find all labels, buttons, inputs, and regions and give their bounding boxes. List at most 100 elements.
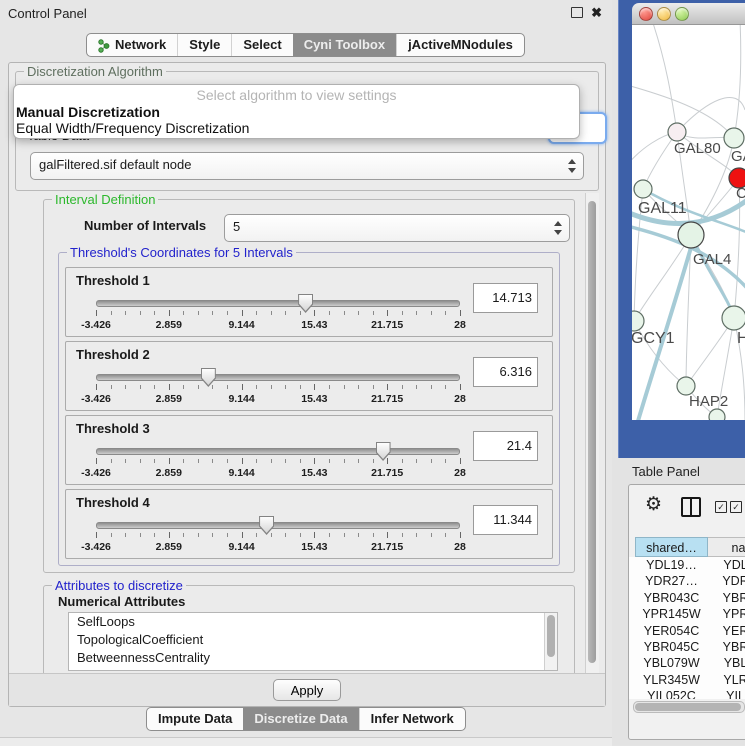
table-data-combobox[interactable]: galFiltered.sif default node — [30, 152, 584, 180]
popup-item[interactable]: Equal Width/Frequency Discretization — [14, 120, 579, 136]
list-item[interactable]: SelfLoops — [69, 613, 557, 631]
tick-mark — [460, 384, 461, 390]
slider-thumb-face — [299, 295, 312, 311]
tick-mark — [402, 459, 403, 463]
tick-mark — [285, 311, 286, 315]
tick-mark — [96, 532, 97, 538]
slider-thumb[interactable] — [376, 442, 391, 461]
table-row[interactable]: YIL052CYIL0 — [629, 688, 745, 699]
tick-mark — [227, 385, 228, 389]
network-node[interactable] — [722, 306, 745, 330]
minimize-window-icon[interactable] — [657, 7, 671, 21]
float-panel-icon[interactable] — [571, 7, 583, 18]
list-scrollbar[interactable] — [544, 613, 557, 670]
table-row[interactable]: YBL079WYBL0 — [629, 655, 745, 671]
thresholds-container: Threshold 1-3.4262.8599.14415.4321.71528… — [59, 267, 559, 559]
table-row[interactable]: YBR043CYBR0 — [629, 590, 745, 606]
algorithm-popup-list: Manual DiscretizationEqual Width/Frequen… — [14, 104, 579, 136]
popup-item[interactable]: Manual Discretization — [14, 104, 579, 120]
close-window-icon[interactable] — [639, 7, 653, 21]
network-node[interactable] — [724, 128, 744, 148]
zoom-window-icon[interactable] — [675, 7, 689, 21]
table-row[interactable]: YDR27…YDR2 — [629, 573, 745, 589]
slider-thumb-face — [202, 369, 215, 385]
network-node[interactable] — [678, 222, 704, 248]
tick-mark — [183, 385, 184, 389]
checkbox-icon[interactable]: ✓ — [730, 501, 742, 513]
close-icon[interactable]: ✖ — [591, 6, 602, 19]
threshold-slider[interactable]: -3.4262.8599.14415.4321.71528 — [96, 516, 460, 556]
network-node[interactable] — [668, 123, 686, 141]
cell-name: YDL1 — [708, 557, 745, 573]
list-item[interactable]: BetweennessCentrality — [69, 649, 557, 667]
table-header-row: shared… na — [629, 537, 745, 557]
tick-mark — [111, 311, 112, 315]
tick-mark — [111, 459, 112, 463]
tick-mark — [416, 533, 417, 537]
threshold-value-field[interactable]: 6.316 — [473, 357, 538, 387]
split-columns-icon[interactable] — [681, 497, 701, 517]
table-row[interactable]: YDL19…YDL1 — [629, 557, 745, 573]
tick-mark — [256, 311, 257, 315]
table-row[interactable]: YPR145WYPR1 — [629, 606, 745, 622]
list-item[interactable]: TopologicalCoefficient — [69, 631, 557, 649]
slider-thumb[interactable] — [201, 368, 216, 387]
cell-shared-name: YIL052C — [635, 688, 708, 699]
column-header-name[interactable]: na — [708, 537, 745, 557]
tick-mark — [242, 532, 243, 538]
network-node-label: GCY1 — [632, 330, 675, 348]
network-window-titlebar[interactable] — [632, 3, 745, 25]
tab-label: Infer Network — [371, 708, 454, 730]
tick-label: 28 — [454, 467, 466, 479]
threshold-panel: Threshold 3-3.4262.8599.14415.4321.71528… — [65, 415, 553, 485]
tick-mark — [431, 311, 432, 315]
table-row[interactable]: YER054CYER0 — [629, 623, 745, 639]
tab-cyni-toolbox[interactable]: Cyni Toolbox — [293, 34, 396, 56]
slider-thumb[interactable] — [259, 516, 274, 535]
threshold-value-field[interactable]: 21.4 — [473, 431, 538, 461]
tab-discretize-data[interactable]: Discretize Data — [243, 708, 358, 730]
table-row[interactable]: YLR345WYLR3 — [629, 672, 745, 688]
tick-mark — [329, 459, 330, 463]
checkbox-icon[interactable]: ✓ — [715, 501, 727, 513]
network-canvas[interactable]: GAL80 GA C GAL11 GAL4 GCY1 H HAP2 — [632, 25, 745, 420]
tick-mark — [227, 311, 228, 315]
threshold-slider[interactable]: -3.4262.8599.14415.4321.71528 — [96, 442, 460, 482]
threshold-panel: Threshold 1-3.4262.8599.14415.4321.71528… — [65, 267, 553, 337]
tick-mark — [387, 310, 388, 316]
attributes-list[interactable]: SelfLoopsTopologicalCoefficientBetweenne… — [68, 612, 558, 671]
network-node[interactable] — [709, 409, 725, 420]
gear-icon[interactable]: ⚙ — [645, 494, 662, 516]
table-row[interactable]: YBR045CYBR0 — [629, 639, 745, 655]
apply-button[interactable]: Apply — [273, 679, 341, 701]
network-node[interactable] — [634, 180, 652, 198]
tick-mark — [169, 532, 170, 538]
cell-name: YDR2 — [708, 573, 745, 589]
settings-scrollbar[interactable] — [585, 193, 599, 673]
tab-select[interactable]: Select — [231, 34, 292, 56]
tab-style[interactable]: Style — [177, 34, 231, 56]
bottom-tab-strip: Impute DataDiscretize Data Infer Network — [146, 707, 466, 731]
threshold-value-field[interactable]: 14.713 — [473, 283, 538, 313]
tick-mark — [460, 532, 461, 538]
threshold-slider[interactable]: -3.4262.8599.14415.4321.71528 — [96, 294, 460, 334]
tick-mark — [198, 385, 199, 389]
top-tab-strip: NetworkStyleSelectCyni ToolboxjActiveMNo… — [86, 33, 525, 57]
tab-network[interactable]: Network — [87, 34, 177, 56]
column-header-shared[interactable]: shared… — [635, 537, 708, 557]
tick-mark — [212, 533, 213, 537]
num-intervals-combobox[interactable]: 5 — [224, 214, 570, 242]
tab-impute-data[interactable]: Impute Data — [147, 708, 243, 730]
algorithm-group-label: Discretization Algorithm — [24, 64, 166, 79]
tick-mark — [125, 311, 126, 315]
tick-label: 9.144 — [228, 393, 254, 405]
threshold-value-field[interactable]: 11.344 — [473, 505, 538, 535]
tab-infer-network[interactable]: Infer Network — [359, 708, 465, 730]
table-hscrollbar[interactable] — [633, 701, 745, 713]
tab-jactivemnodules[interactable]: jActiveMNodules — [396, 34, 524, 56]
threshold-slider[interactable]: -3.4262.8599.14415.4321.71528 — [96, 368, 460, 408]
tick-mark — [285, 533, 286, 537]
cell-shared-name: YBL079W — [635, 655, 708, 671]
network-node[interactable] — [632, 311, 644, 331]
tick-label: 9.144 — [228, 467, 254, 479]
